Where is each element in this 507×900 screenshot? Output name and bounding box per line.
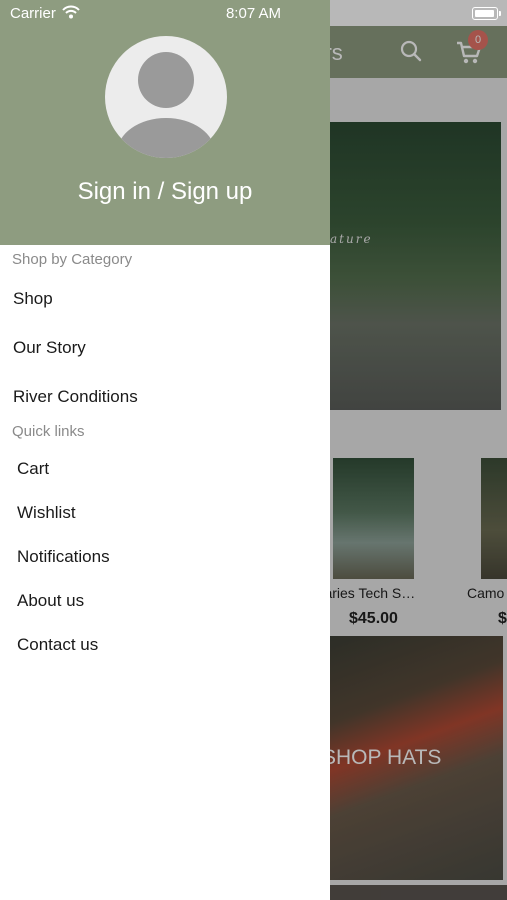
menu-item-cart[interactable]: Cart xyxy=(17,459,49,479)
section-title-quick-links: Quick links xyxy=(12,423,85,440)
menu-item-about-us[interactable]: About us xyxy=(17,591,84,611)
menu-item-wishlist[interactable]: Wishlist xyxy=(17,503,76,523)
user-avatar-icon[interactable] xyxy=(105,36,227,158)
side-drawer: Sign in / Sign up Shop by Category Shop … xyxy=(0,0,330,900)
menu-item-our-story[interactable]: Our Story xyxy=(13,338,86,358)
status-bar: Carrier 8:07 AM xyxy=(0,0,507,26)
avatar-body xyxy=(117,118,215,158)
avatar-head xyxy=(138,52,194,108)
menu-item-contact-us[interactable]: Contact us xyxy=(17,635,98,655)
section-title-category: Shop by Category xyxy=(12,251,133,268)
menu-item-river-conditions[interactable]: River Conditions xyxy=(13,387,138,407)
status-time: 8:07 AM xyxy=(225,5,282,22)
battery-icon xyxy=(472,7,498,20)
battery-fill xyxy=(475,10,494,17)
menu-item-shop[interactable]: Shop xyxy=(13,289,53,309)
sign-in-button[interactable]: Sign in / Sign up xyxy=(0,178,330,206)
menu-item-notifications[interactable]: Notifications xyxy=(17,547,110,567)
battery-nub xyxy=(499,11,501,16)
